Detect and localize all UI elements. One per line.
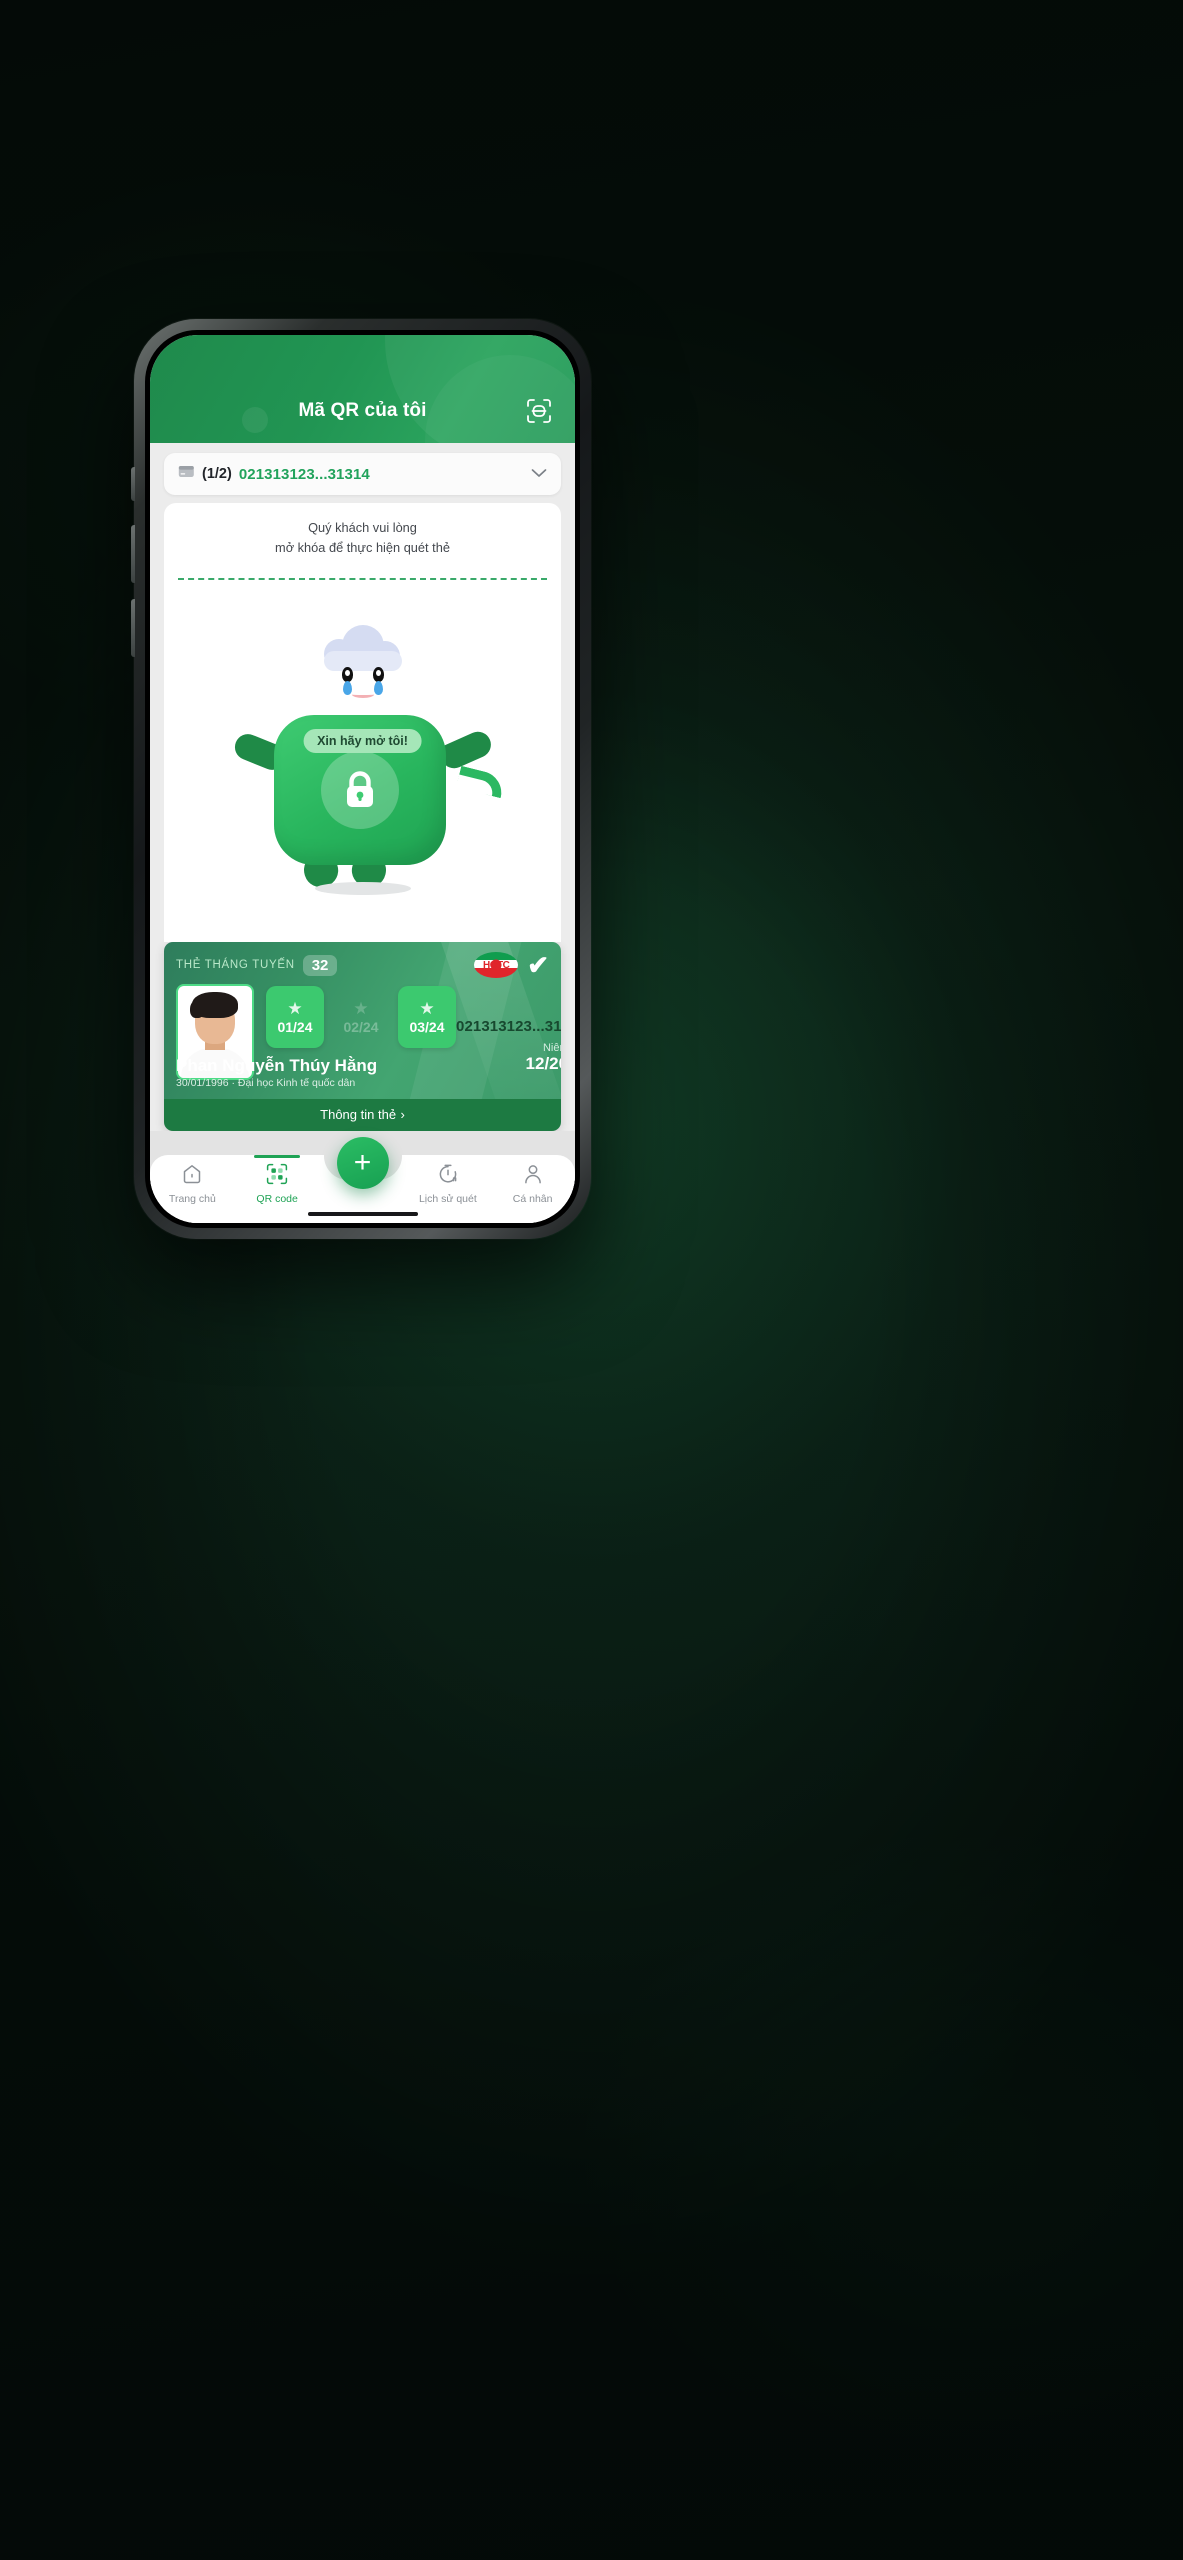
star-icon: ★ xyxy=(353,998,369,1018)
month-badge-03[interactable]: ★ 03/24 xyxy=(398,986,456,1048)
holder-name: Phan Nguyễn Thúy Hằng xyxy=(176,1056,378,1075)
card-selector[interactable]: (1/2) 021313123...31314 xyxy=(164,453,561,495)
nav-label-scan-history: Lịch sử quét xyxy=(418,1193,477,1205)
phone-bezel: Mã QR của tôi (1/2) 021313123...31314 Qu… xyxy=(145,330,580,1228)
ticket-info-label: Thông tin thẻ xyxy=(320,1107,397,1122)
check-icon: ✔ xyxy=(527,950,549,980)
star-icon: ★ xyxy=(419,998,435,1018)
ticket-info-button[interactable]: Thông tin thẻ › xyxy=(164,1099,561,1131)
add-button[interactable]: + xyxy=(336,1137,389,1189)
ticket-header-row: THẺ THÁNG TUYẾN 32 HQTC ✔ xyxy=(176,952,549,978)
person-icon xyxy=(522,1163,544,1190)
history-clock-icon xyxy=(437,1163,459,1190)
app-body: (1/2) 021313123...31314 Quý khách vui lò… xyxy=(150,443,575,1223)
home-icon xyxy=(181,1163,203,1190)
monthly-ticket-card[interactable]: THẺ THÁNG TUYẾN 32 HQTC ✔ ★ 01/24 ★ 02/2… xyxy=(164,942,561,1131)
qr-locked-panel: Quý khách vui lòng mở khóa để thực hiện … xyxy=(164,503,561,568)
nav-item-scan-history[interactable]: Lịch sử quét xyxy=(406,1163,491,1205)
nav-label-home: Trang chủ xyxy=(168,1193,216,1205)
card-number-label: 021313123...31314 xyxy=(238,465,370,483)
phone-volume-down-button[interactable] xyxy=(131,599,135,657)
app-header: Mã QR của tôi xyxy=(150,335,575,443)
hqtc-logo-text: HQTC xyxy=(483,959,510,971)
mascot-shadow xyxy=(314,881,411,895)
frown-mouth xyxy=(351,691,374,698)
bottom-nav-zone: + Trang chủ QR code Lịch sử quét Cá nhân xyxy=(150,1131,575,1223)
sad-face-icon xyxy=(332,666,394,703)
ticket-person-row: Phan Nguyễn Thúy Hằng 30/01/1996 · Đại h… xyxy=(176,1050,549,1089)
ticket-type-label: THẺ THÁNG TUYẾN xyxy=(176,959,295,971)
month-label: 02/24 xyxy=(343,1018,379,1035)
nav-label-profile: Cá nhân xyxy=(512,1193,553,1205)
ticket-person: Phan Nguyễn Thúy Hằng 30/01/1996 · Đại h… xyxy=(176,1050,377,1089)
unlock-note-line2: mở khóa để thực hiện quét thẻ xyxy=(275,539,450,555)
nav-active-indicator xyxy=(254,1155,301,1158)
month-label: 01/24 xyxy=(277,1018,313,1035)
phone-volume-up-button[interactable] xyxy=(131,525,135,583)
eye-left xyxy=(341,666,353,682)
plus-icon: + xyxy=(353,1146,372,1179)
locked-illustration-area: Xin hãy mở tôi! xyxy=(164,579,561,942)
tear-left xyxy=(342,680,352,695)
page-title: Mã QR của tôi xyxy=(298,400,427,421)
card-icon xyxy=(178,465,195,484)
dashed-divider-holder xyxy=(164,567,561,580)
unlock-note-line1: Quý khách vui lòng xyxy=(308,520,417,535)
chevron-down-icon[interactable] xyxy=(531,465,547,483)
tear-right xyxy=(373,680,383,695)
phone-screen: Mã QR của tôi (1/2) 021313123...31314 Qu… xyxy=(150,335,575,1223)
star-icon: ★ xyxy=(287,998,303,1018)
ticket-body: THẺ THÁNG TUYẾN 32 HQTC ✔ ★ 01/24 ★ 02/2… xyxy=(164,942,561,1099)
mascot-speech-bubble: Xin hãy mở tôi! xyxy=(303,728,422,753)
card-index-label: (1/2) xyxy=(202,466,232,482)
lock-mascot: Xin hãy mở tôi! xyxy=(230,621,506,901)
mascot-tail xyxy=(455,765,506,799)
lock-icon xyxy=(320,750,399,829)
month-badge-02[interactable]: ★ 02/24 xyxy=(332,986,390,1048)
hqtc-logo-icon: HQTC xyxy=(474,952,519,978)
month-badge-01[interactable]: ★ 01/24 xyxy=(266,986,324,1048)
nav-item-profile[interactable]: Cá nhân xyxy=(490,1163,575,1205)
nav-item-home[interactable]: Trang chủ xyxy=(150,1163,235,1205)
nav-item-qr-code[interactable]: QR code xyxy=(235,1155,320,1205)
month-label: 03/24 xyxy=(409,1018,445,1035)
ticket-brand-area: HQTC ✔ xyxy=(474,952,549,978)
scan-qr-icon[interactable] xyxy=(521,393,557,429)
avatar-hair xyxy=(190,992,238,1018)
home-indicator xyxy=(307,1212,418,1216)
ticket-card-number: 021313123...31314 xyxy=(456,1018,561,1035)
phone-frame: Mã QR của tôi (1/2) 021313123...31314 Qu… xyxy=(131,319,591,1239)
route-number-badge: 32 xyxy=(302,954,338,976)
eye-right xyxy=(372,666,384,682)
qr-code-icon xyxy=(266,1163,288,1190)
chevron-right-icon: › xyxy=(400,1107,405,1122)
holder-details: 30/01/1996 · Đại học Kinh tế quốc dân xyxy=(176,1077,356,1089)
nav-label-qr-code: QR code xyxy=(256,1193,298,1205)
header-row: Mã QR của tôi xyxy=(150,379,575,443)
phone-silent-switch[interactable] xyxy=(131,467,135,501)
